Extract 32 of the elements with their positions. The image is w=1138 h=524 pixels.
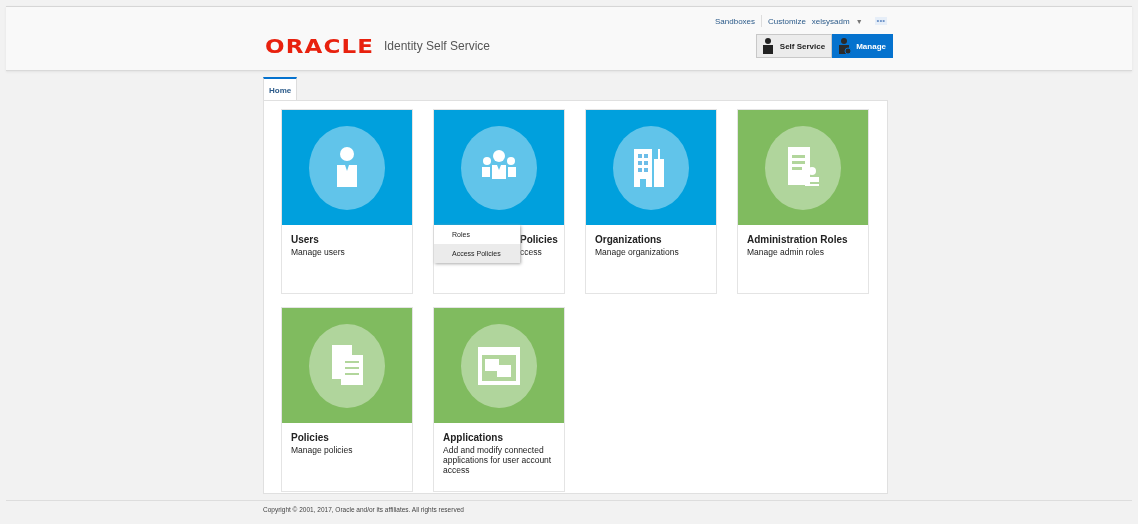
tile-card[interactable]: Applications Add and modify connected applications for user account access xyxy=(433,307,565,492)
user-menu[interactable]: xelsysadm xyxy=(811,16,850,26)
logo: ORACLE xyxy=(265,34,375,58)
stamp-icon xyxy=(764,124,842,211)
tile-card[interactable]: Organizations Manage organizations xyxy=(585,109,717,294)
mode-button[interactable]: Self Service xyxy=(755,34,833,58)
product-title: Identity Self Service xyxy=(383,39,491,53)
tile-description: Manage admin roles xyxy=(747,247,825,257)
tile-title: Policies xyxy=(291,432,330,443)
tab[interactable]: Home xyxy=(263,77,298,100)
tile-title: Users xyxy=(291,234,320,245)
tile-description: Manage organizations xyxy=(595,247,680,257)
person-icon xyxy=(762,38,775,54)
building-icon xyxy=(612,124,690,211)
tile-card[interactable]: Policies Manage policies xyxy=(281,307,413,492)
mode-button[interactable]: Manage xyxy=(832,34,893,58)
header-link[interactable]: Sandboxes xyxy=(715,16,756,26)
tile-card[interactable]: Administration Roles Manage admin roles xyxy=(737,109,869,294)
tile-description: Add and modify connected applications for user account access xyxy=(443,445,553,475)
group-icon xyxy=(460,124,538,211)
tile-title: Applications xyxy=(443,432,504,443)
tile-description: Manage policies xyxy=(291,445,354,455)
tile-title: Organizations xyxy=(595,234,663,245)
header-link[interactable]: Customize xyxy=(768,16,806,26)
tile-description: ccess xyxy=(520,247,543,257)
tile-card[interactable]: Users Manage users xyxy=(281,109,413,294)
clipboard-icon xyxy=(308,322,386,409)
tile-description: Manage users xyxy=(291,247,346,257)
tile-title: Administration Roles xyxy=(747,234,849,245)
user-icon xyxy=(308,124,386,211)
person-gear-icon xyxy=(839,38,852,54)
window-icon xyxy=(460,322,538,409)
